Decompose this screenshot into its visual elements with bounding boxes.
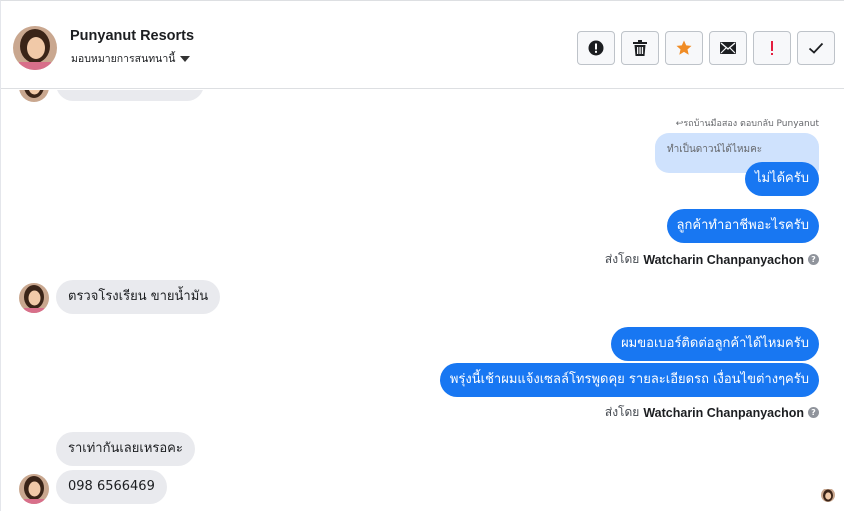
- avatar: [19, 90, 49, 102]
- alert-circle-icon: [588, 40, 604, 56]
- help-icon[interactable]: ?: [808, 254, 819, 265]
- incoming-message[interactable]: ทำไมได้ตามที่ต้องการ: [56, 90, 204, 101]
- avatar[interactable]: [13, 26, 57, 70]
- contact-name: Punyanut Resorts: [70, 28, 195, 44]
- star-button[interactable]: [665, 31, 703, 65]
- help-icon[interactable]: ?: [808, 407, 819, 418]
- delete-button[interactable]: [621, 31, 659, 65]
- incoming-message[interactable]: 098 6566469: [56, 470, 167, 504]
- conversation-header: Punyanut Resorts มอบหมายการสนทนานี้: [1, 9, 844, 89]
- outgoing-message[interactable]: ผมขอเบอร์ติดต่อลูกค้าได้ไหมครับ: [611, 327, 819, 361]
- incoming-message[interactable]: ตรวจโรงเรียน ขายน้ำมัน: [56, 280, 221, 314]
- follow-up-button[interactable]: [753, 31, 791, 65]
- mark-done-button[interactable]: [797, 31, 835, 65]
- read-receipt-avatar: [821, 488, 835, 502]
- check-icon: [808, 42, 824, 54]
- message-thread[interactable]: ทำไมได้ตามที่ต้องการ ↩รถบ้านมือสอง ตอบกล…: [1, 90, 844, 511]
- outgoing-message[interactable]: ลูกค้าทำอาชีพอะไรครับ: [666, 209, 819, 243]
- exclamation-icon: [771, 41, 773, 55]
- sent-by-prefix: ส่งโดย: [604, 405, 640, 419]
- action-toolbar: [577, 31, 835, 65]
- sent-by-prefix: ส่งโดย: [604, 252, 640, 266]
- sent-by-label: ส่งโดย Watcharin Chanpanyachon ?: [605, 403, 819, 422]
- assign-conversation-dropdown[interactable]: มอบหมายการสนทนานี้: [71, 50, 191, 67]
- mark-unread-button[interactable]: [709, 31, 747, 65]
- star-icon: [676, 40, 692, 55]
- assign-label: มอบหมายการสนทนานี้: [71, 53, 176, 65]
- mail-icon: [720, 42, 736, 54]
- agent-name: Watcharin Chanpanyachon: [643, 252, 804, 267]
- reply-context-note: ↩รถบ้านมือสอง ตอบกลับ Punyanut: [675, 119, 819, 129]
- chat-window: Punyanut Resorts มอบหมายการสนทนานี้ ↩รถบ…: [0, 0, 844, 511]
- trash-icon: [633, 40, 647, 56]
- outgoing-message[interactable]: ไม่ได้ครับ: [744, 162, 819, 196]
- mark-spam-button[interactable]: [577, 31, 615, 65]
- sent-by-label: ส่งโดย Watcharin Chanpanyachon ?: [605, 250, 819, 269]
- outgoing-message[interactable]: พรุ่งนี้เช้าผมแจ้งเซลล์โทรพูดคุย รายละเอ…: [439, 363, 819, 397]
- avatar: [19, 474, 49, 504]
- incoming-message[interactable]: ราเท่ากันเลยเหรอคะ: [56, 432, 195, 466]
- chevron-down-icon: [180, 55, 191, 62]
- agent-name: Watcharin Chanpanyachon: [643, 405, 804, 420]
- avatar: [19, 283, 49, 313]
